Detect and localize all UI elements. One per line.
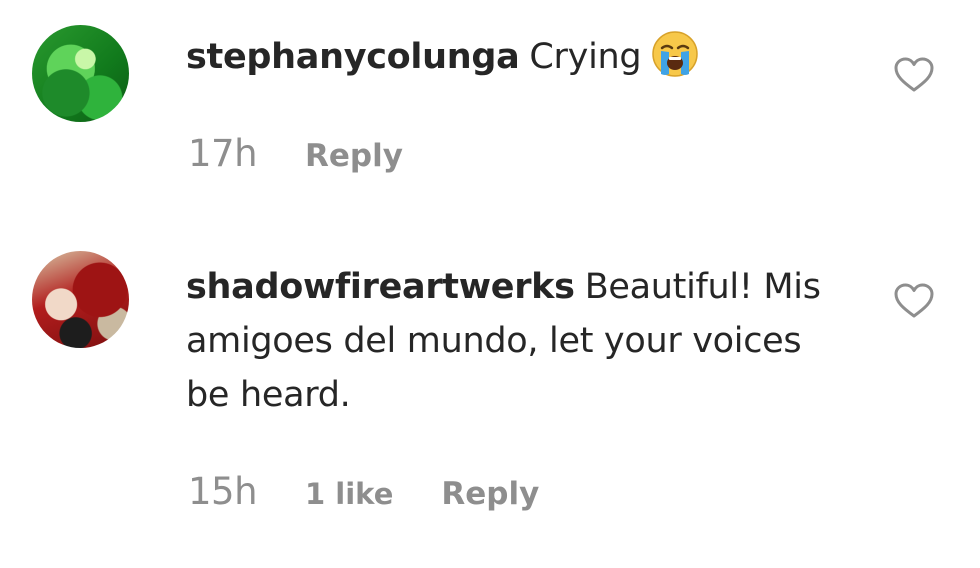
- timestamp[interactable]: 15h: [188, 470, 258, 513]
- comment-item: stephanycolunga Crying 17h Reply: [0, 0, 980, 230]
- comment-meta: 17h Reply: [188, 132, 403, 175]
- comment-meta: 15h 1 like Reply: [188, 470, 539, 513]
- likes-count[interactable]: 1 like: [305, 477, 393, 511]
- comment-text: shadowfireartwerks Beautiful! Mis amigoes…: [186, 260, 846, 422]
- comment-item: shadowfireartwerks Beautiful! Mis amigoes…: [0, 230, 980, 568]
- username-link[interactable]: stephanycolunga: [186, 37, 520, 77]
- heart-outline-icon[interactable]: [893, 56, 935, 94]
- comment-text: stephanycolunga Crying: [186, 30, 846, 84]
- comment-body: Crying: [529, 37, 642, 77]
- reply-button[interactable]: Reply: [305, 138, 403, 174]
- username-link[interactable]: shadowfireartwerks: [186, 267, 575, 307]
- avatar[interactable]: [32, 251, 129, 348]
- heart-outline-icon[interactable]: [893, 282, 935, 320]
- avatar[interactable]: [32, 25, 129, 122]
- reply-button[interactable]: Reply: [441, 476, 539, 512]
- crying-face-emoji-icon: [652, 31, 699, 77]
- timestamp[interactable]: 17h: [188, 132, 258, 175]
